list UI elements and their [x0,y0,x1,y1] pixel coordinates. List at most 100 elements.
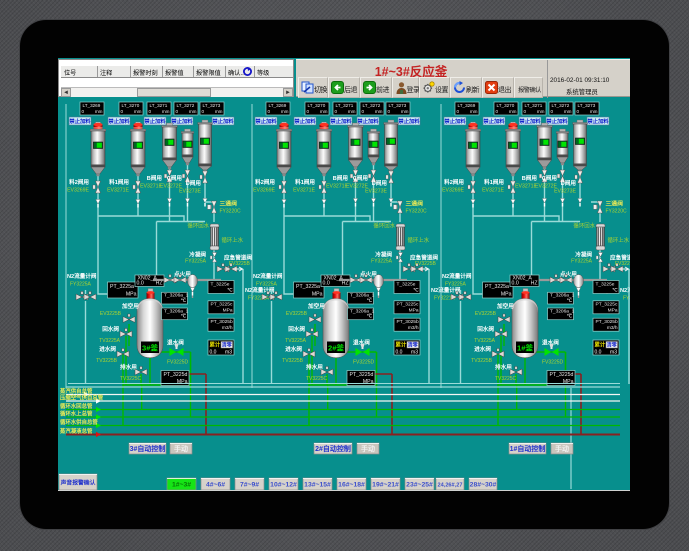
svg-text:LT_3269: LT_3269 [83,103,101,108]
svg-text:10#~12#: 10#~12# [270,482,297,489]
svg-text:1#釜: 1#釜 [517,343,533,353]
svg-text:HZ: HZ [156,281,163,287]
svg-text:0.0: 0.0 [210,350,217,356]
svg-text:FY3225A: FY3225A [185,259,207,265]
svg-text:28#~30#: 28#~30# [470,482,497,489]
svg-text:mm: mm [162,109,170,114]
svg-text:EV3271E: EV3271E [140,184,162,190]
svg-text:FV3225B: FV3225B [229,261,251,267]
svg-text:EV3225B: EV3225B [100,311,122,317]
svg-text:0: 0 [176,109,179,114]
svg-text:MPa: MPa [126,291,137,297]
svg-text:N2流量计阀: N2流量计阀 [245,286,275,294]
svg-text:FY3225A: FY3225A [70,282,92,288]
svg-text:4#~6#: 4#~6# [206,482,225,489]
svg-text:XN02_A: XN02_A [138,275,158,281]
svg-text:禁止加料: 禁止加料 [107,117,130,125]
svg-text:回水阀: 回水阀 [102,325,119,333]
svg-text:FV3225D: FV3225D [167,360,189,366]
svg-text:D阀用: D阀用 [186,179,202,187]
svg-text:PT_3225c: PT_3225c [211,302,233,308]
svg-text:13#~15#: 13#~15# [304,482,331,489]
svg-text:mm: mm [189,109,197,114]
svg-text:LT_3270: LT_3270 [122,103,140,108]
svg-text:1#~3#: 1#~3# [172,482,191,489]
svg-text:LT_3273: LT_3273 [203,103,221,108]
svg-text:压缩空气供自总管: 压缩空气供自总管 [60,394,104,402]
svg-text:加空用: 加空用 [121,302,139,310]
svg-text:0: 0 [149,109,152,114]
svg-text:应急管道阀: 应急管道阀 [224,254,252,262]
svg-text:退水阀: 退水阀 [167,339,184,347]
svg-text:循环水供自总管: 循环水供自总管 [60,418,98,426]
svg-text:手动: 手动 [361,444,375,453]
svg-text:m3: m3 [225,350,232,356]
svg-text:料1阀用: 料1阀用 [109,178,129,186]
svg-text:MPa: MPa [177,379,188,385]
svg-text:点火用: 点火用 [174,270,191,278]
svg-text:2#自动控制: 2#自动控制 [315,444,351,453]
svg-text:0.0: 0.0 [137,281,144,287]
svg-text:℃: ℃ [181,298,187,304]
svg-text:3#自动控制: 3#自动控制 [130,444,166,453]
svg-text:19#~21#: 19#~21# [372,482,399,489]
svg-text:EV3272E: EV3272E [160,184,182,190]
svg-text:循环水回总管: 循环水回总管 [60,402,93,410]
svg-text:mm: mm [134,109,142,114]
svg-text:禁止加料: 禁止加料 [211,117,234,125]
svg-text:℃: ℃ [227,287,233,293]
svg-text:24,26#,27: 24,26#,27 [438,483,463,489]
svg-text:LT_3272: LT_3272 [177,103,195,108]
svg-text:EV3271E: EV3271E [107,188,129,194]
svg-text:mm: mm [215,109,223,114]
svg-text:N2流量计阀: N2流量计阀 [67,272,97,280]
svg-text:℃: ℃ [181,314,187,320]
svg-text:T_3225e: T_3225e [211,281,230,287]
svg-text:蒸汽凝液总管: 蒸汽凝液总管 [59,427,93,435]
svg-text:1#自动控制: 1#自动控制 [510,444,546,453]
svg-text:0: 0 [121,109,124,114]
svg-text:TV3225A: TV3225A [99,338,121,344]
svg-text:排水用: 排水用 [120,363,137,371]
svg-text:EV3273E: EV3273E [179,189,201,195]
svg-text:C阀用: C阀用 [167,174,183,182]
svg-text:PT_3225a: PT_3225a [110,284,134,290]
svg-text:FY3220C: FY3220C [220,209,242,215]
svg-text:3#釜: 3#釜 [142,343,158,353]
svg-text:三通阀: 三通阀 [220,200,238,208]
svg-text:7#~9#: 7#~9# [240,482,259,489]
svg-text:T_3206a_1: T_3206a_1 [164,293,189,299]
svg-text:23#~25#: 23#~25# [406,482,433,489]
svg-text:PT_3025b: PT_3025b [211,319,233,325]
svg-text:声音报警确认: 声音报警确认 [60,479,96,487]
svg-text:EV3269E: EV3269E [67,188,89,194]
svg-text:累计: 累计 [210,341,221,349]
svg-text:FY3221A: FY3221A [248,296,270,302]
svg-text:MPa: MPa [223,308,233,314]
svg-text:禁止加料: 禁止加料 [170,117,193,125]
svg-text:0: 0 [82,109,85,114]
svg-text:16#~18#: 16#~18# [338,482,365,489]
svg-text:2#釜: 2#釜 [328,343,344,353]
svg-text:清零: 清零 [222,342,233,349]
svg-text:禁止加料: 禁止加料 [68,117,91,125]
svg-text:m3/h: m3/h [222,325,233,331]
svg-text:循环上水: 循环上水 [222,236,244,244]
svg-text:料2阀用: 料2阀用 [69,178,89,186]
svg-text:手动: 手动 [555,444,569,453]
svg-text:LT_3271: LT_3271 [150,103,168,108]
svg-text:冷凝阀: 冷凝阀 [189,251,206,259]
svg-text:T_3206a_1: T_3206a_1 [164,308,189,314]
svg-text:进水阀: 进水阀 [99,345,116,353]
svg-text:0: 0 [202,109,205,114]
svg-text:mm: mm [95,109,103,114]
svg-text:禁止加料: 禁止加料 [143,117,166,125]
svg-text:PT_3225d: PT_3225d [164,372,188,378]
svg-text:TV3225C: TV3225C [120,376,142,382]
svg-text:TV3225B: TV3225B [96,358,118,364]
svg-text:循环回水: 循环回水 [187,222,209,230]
svg-text:B阀用: B阀用 [147,174,163,182]
svg-text:手动: 手动 [174,444,188,453]
svg-text:循环水上总管: 循环水上总管 [60,410,93,418]
svg-text:蒸汽供自总管: 蒸汽供自总管 [59,387,93,395]
